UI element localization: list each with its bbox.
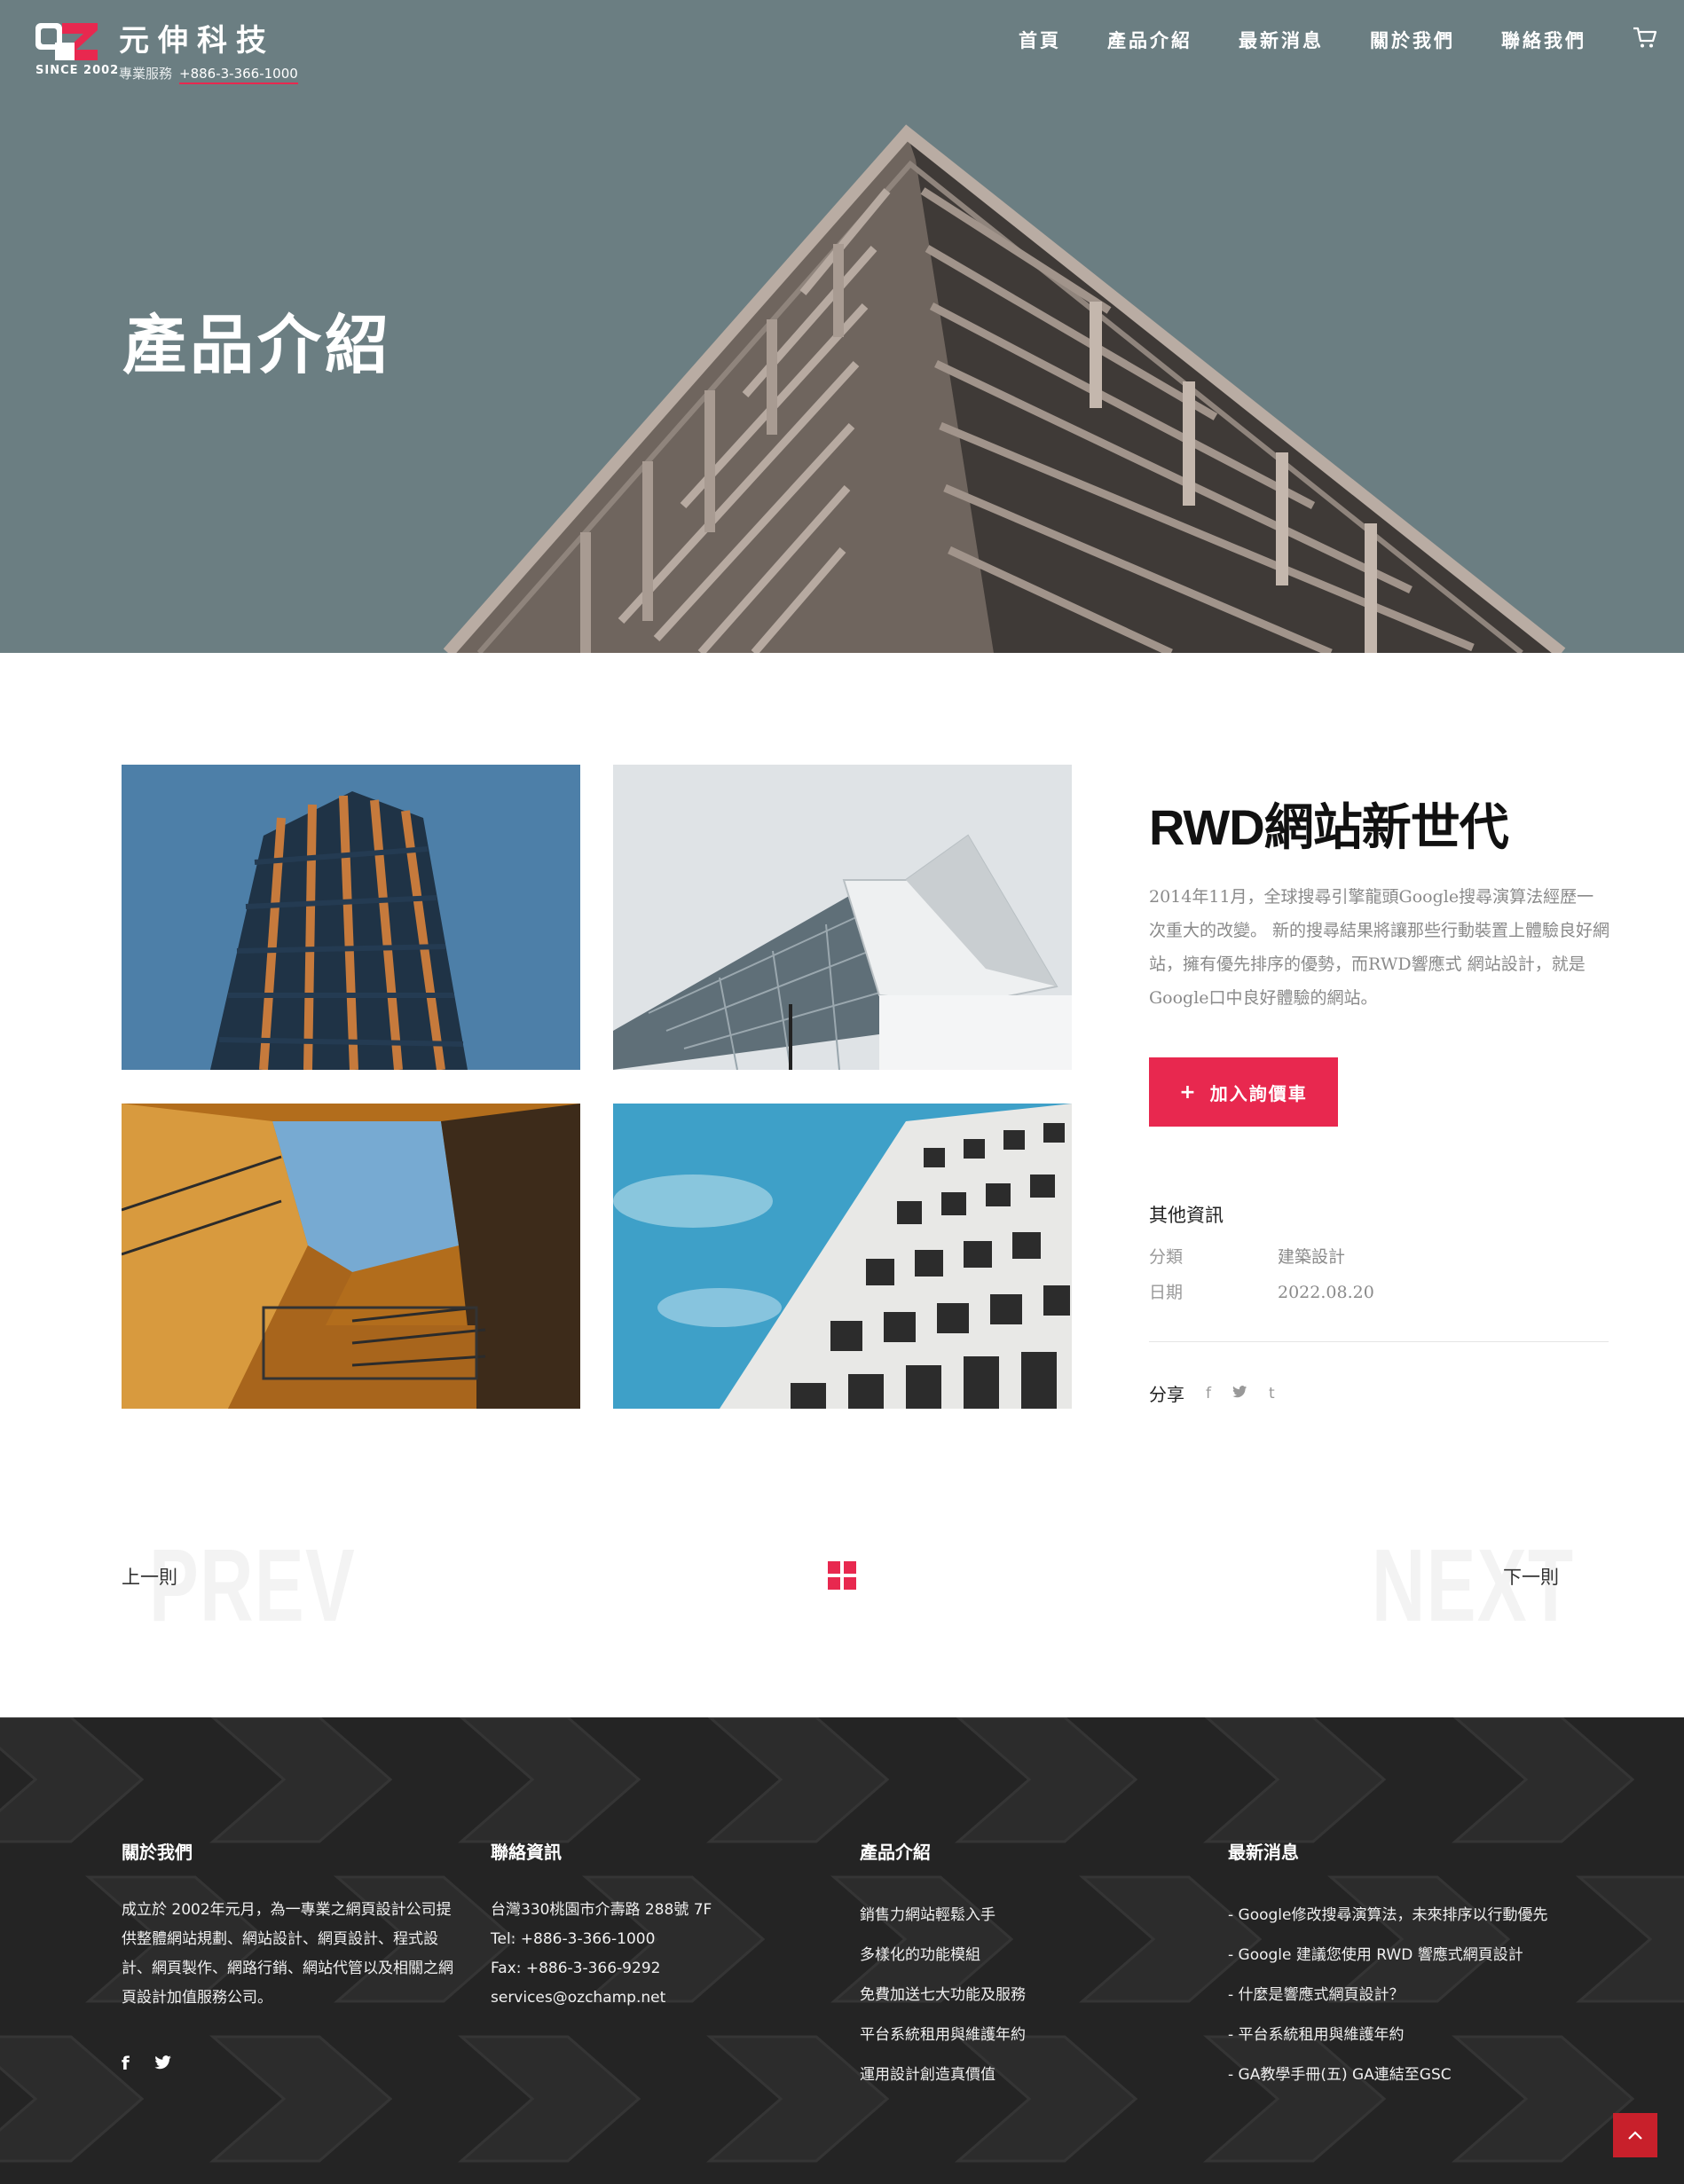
footer-about: 關於我們 成立於 2002年元月，為一專業之網頁設計公司提供整體網站規劃、網站設… [122,1838,459,2013]
nav-item-news[interactable]: 最新消息 [1239,27,1324,53]
footer-product-link[interactable]: 運用設計創造真價值 [860,2055,1153,2095]
twitter-icon[interactable] [1232,1385,1247,1402]
product-title-zh: 網站新世代 [1263,799,1509,857]
brand-service: 專業服務 +886-3-366-1000 [119,64,298,84]
share-label: 分享 [1149,1384,1184,1405]
brand-since: SINCE 2002 [35,64,120,77]
meta-date: 日期 2022.08.20 [1149,1279,1374,1303]
footer-about-text: 成立於 2002年元月，為一專業之網頁設計公司提供整體網站規劃、網站設計、網頁設… [122,1901,453,2007]
footer-social: f [122,2053,172,2074]
prev-watermark: PREV [149,1528,357,1643]
footer-news-link[interactable]: - 平台系統租用與維護年約 [1228,2015,1601,2055]
back-to-top-button[interactable] [1613,2113,1657,2157]
footer-contact: 聯絡資訊 台灣330桃園市介壽路 288號 7F Tel: +886-3-366… [491,1838,783,2013]
brand-name[interactable]: 元伸科技 [119,16,275,59]
category-label: 分類 [1149,1247,1184,1267]
meta-category: 分類 建築設計 [1149,1244,1345,1268]
share-bar: 分享 f t [1149,1380,1275,1406]
site-header: SINCE 2002 元伸科技 專業服務 +886-3-366-1000 首頁 產… [0,0,1684,89]
page-title: 產品介紹 [122,308,393,382]
nav-item-products[interactable]: 產品介紹 [1107,27,1192,53]
footer-about-title: 關於我們 [122,1842,193,1863]
footer-email[interactable]: services@ozchamp.net [491,1984,783,2013]
nav-item-about[interactable]: 關於我們 [1370,27,1455,53]
next-link[interactable]: 下一則 [1503,1563,1559,1590]
footer-product-link[interactable]: 銷售力網站輕鬆入手 [860,1896,1153,1936]
footer-products: 產品介紹 銷售力網站輕鬆入手 多樣化的功能模組 免費加送七大功能及服務 平台系統… [860,1838,1153,2095]
footer-news-link[interactable]: - GA教學手冊(五) GA連結至GSC [1228,2055,1601,2095]
footer-contact-title: 聯絡資訊 [491,1842,562,1863]
footer-news-link[interactable]: - Google 建議您使用 RWD 響應式網頁設計 [1228,1936,1601,1976]
nav-item-contact[interactable]: 聯絡我們 [1501,27,1586,53]
nav-item-home[interactable]: 首頁 [1019,27,1061,53]
footer-product-link[interactable]: 平台系統租用與維護年約 [860,2015,1153,2055]
footer-tel[interactable]: Tel: +886-3-366-1000 [491,1925,783,1954]
cart-icon[interactable] [1633,27,1657,50]
footer-news-link[interactable]: - 什麼是響應式網頁設計？ [1228,1976,1601,2015]
footer-products-title: 產品介紹 [860,1842,931,1863]
tumblr-icon[interactable]: t [1269,1385,1275,1402]
gallery-image-3[interactable] [122,1104,580,1409]
gallery-image-2[interactable] [613,765,1072,1070]
footer-product-link[interactable]: 免費加送七大功能及服務 [860,1976,1153,2015]
category-value[interactable]: 建築設計 [1278,1247,1345,1267]
footer-news-link[interactable]: - Google修改搜尋演算法，未來排序以行動優先 [1228,1896,1601,1936]
footer-news-title: 最新消息 [1228,1842,1299,1863]
facebook-icon[interactable]: f [122,2053,130,2074]
gallery-image-1[interactable] [122,765,580,1070]
inquiry-button-label: 加入詢價車 [1209,1082,1308,1104]
chevron-up-icon [1628,2131,1642,2140]
gallery-image-4[interactable] [613,1104,1072,1409]
prev-link[interactable]: 上一則 [122,1563,177,1590]
phone-link[interactable]: +886-3-366-1000 [179,66,298,84]
footer-product-link[interactable]: 多樣化的功能模組 [860,1936,1153,1976]
facebook-icon[interactable]: f [1206,1385,1211,1402]
main-nav: 首頁 產品介紹 最新消息 關於我們 聯絡我們 [972,27,1586,53]
service-label: 專業服務 [119,66,173,82]
footer-fax: Fax: +886-3-366-9292 [491,1960,661,1977]
plus-icon: + [1179,1080,1198,1104]
grid-icon[interactable] [828,1561,856,1590]
add-to-inquiry-button[interactable]: + 加入詢價車 [1149,1057,1338,1127]
twitter-icon[interactable] [154,2053,172,2074]
product-title: RWD網站新世代 [1149,788,1509,860]
date-value: 2022.08.20 [1278,1283,1374,1302]
product-title-en: RWD [1149,799,1265,855]
divider [1149,1341,1609,1342]
footer-address: 台灣330桃園市介壽路 288號 7F [491,1901,712,1919]
hero-banner: SINCE 2002 元伸科技 專業服務 +886-3-366-1000 首頁 產… [0,0,1684,653]
logo-icon[interactable] [35,21,99,67]
footer-news: 最新消息 - Google修改搜尋演算法，未來排序以行動優先 - Google … [1228,1838,1601,2095]
other-info-title: 其他資訊 [1149,1205,1224,1226]
product-description: 2014年11月，全球搜尋引擎龍頭Google搜尋演算法經歷一次重大的改變。 新… [1149,887,1610,1008]
date-label: 日期 [1149,1283,1184,1302]
